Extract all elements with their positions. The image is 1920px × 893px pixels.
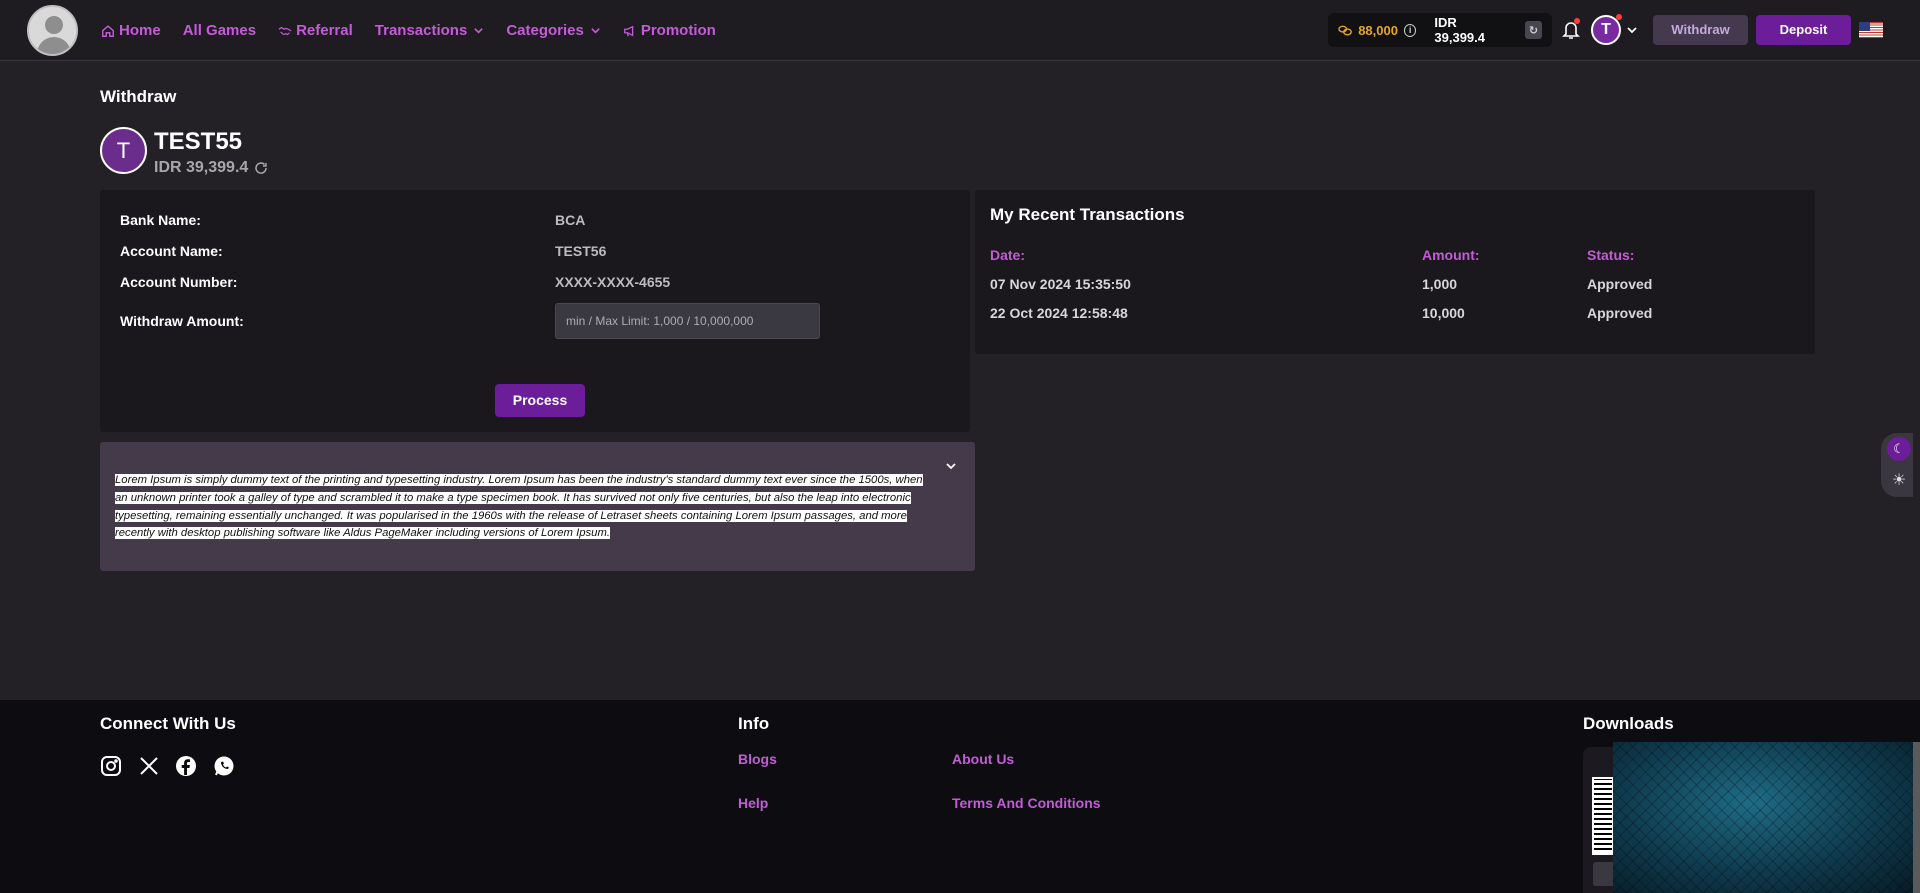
help-link[interactable]: Help xyxy=(738,795,768,811)
withdraw-button[interactable]: Withdraw xyxy=(1653,15,1748,45)
main-nav: Home All Games Referral Transactions Cat… xyxy=(101,0,738,61)
connect-title: Connect With Us xyxy=(100,714,236,733)
coins-icon xyxy=(1338,25,1352,35)
nav-all-games[interactable]: All Games xyxy=(183,22,256,39)
table-row-date: 22 Oct 2024 12:58:48 xyxy=(990,305,1128,321)
sun-icon[interactable]: ☀ xyxy=(1887,469,1911,493)
home-icon xyxy=(102,24,114,37)
facebook-icon[interactable] xyxy=(175,755,197,777)
table-row-amount: 10,000 xyxy=(1422,305,1465,321)
profile-balance-row: IDR 39,399.4 xyxy=(154,159,268,177)
blogs-link[interactable]: Blogs xyxy=(738,751,777,767)
bank-name-label: Bank Name: xyxy=(120,212,201,228)
account-number-label: Account Number: xyxy=(120,274,238,290)
nav-referral[interactable]: Referral xyxy=(278,22,353,39)
notice-text-block: Lorem Ipsum is simply dummy text of the … xyxy=(115,472,925,543)
account-name-label: Account Name: xyxy=(120,243,223,259)
deposit-button[interactable]: Deposit xyxy=(1756,15,1851,45)
terms-link[interactable]: Terms And Conditions xyxy=(952,795,1101,811)
video-thumbnail[interactable] xyxy=(1613,742,1920,893)
scrollbar[interactable] xyxy=(1913,742,1920,893)
refresh-icon[interactable] xyxy=(254,161,268,175)
withdraw-amount-label: Withdraw Amount: xyxy=(120,313,244,329)
nav-transactions[interactable]: Transactions xyxy=(375,22,485,39)
whatsapp-icon[interactable] xyxy=(213,755,235,777)
notification-dot xyxy=(1574,18,1580,24)
notice-panel: Lorem Ipsum is simply dummy text of the … xyxy=(100,442,975,571)
date-column-header: Date: xyxy=(990,247,1026,263)
nav-promotion[interactable]: Promotion xyxy=(623,22,716,39)
header-balance: IDR 39,399.4 xyxy=(1434,15,1485,45)
moon-icon[interactable]: ☾ xyxy=(1887,437,1911,461)
theme-toggle: ☾ ☀ xyxy=(1881,433,1913,497)
table-row-status: Approved xyxy=(1587,305,1653,321)
withdraw-amount-input[interactable] xyxy=(555,303,820,339)
process-button[interactable]: Process xyxy=(495,384,585,417)
top-header: Home All Games Referral Transactions Cat… xyxy=(0,0,1920,61)
account-number-value: XXXX-XXXX-4655 xyxy=(555,274,671,290)
nav-referral-label: Referral xyxy=(296,22,353,39)
info-title: Info xyxy=(738,714,770,733)
nav-categories-label: Categories xyxy=(506,22,584,39)
chevron-down-icon[interactable] xyxy=(945,460,957,472)
table-row-status: Approved xyxy=(1587,276,1653,292)
wallet-panel: 88,000 i IDR 39,399.4 ↻ xyxy=(1328,13,1552,47)
withdraw-form-card: Bank Name: BCA Account Name: TEST56 Acco… xyxy=(100,190,970,432)
nav-categories[interactable]: Categories xyxy=(506,22,601,39)
profile-balance: IDR 39,399.4 xyxy=(154,159,249,176)
megaphone-icon xyxy=(623,25,634,36)
chevron-down-icon xyxy=(474,28,484,34)
profile-name: TEST55 xyxy=(154,128,243,155)
downloads-title: Downloads xyxy=(1583,714,1674,733)
x-icon[interactable] xyxy=(138,755,160,777)
refresh-balance-button[interactable]: ↻ xyxy=(1524,21,1542,39)
nav-transactions-label: Transactions xyxy=(374,22,468,39)
profile-avatar: T xyxy=(100,127,147,174)
table-row-amount: 1,000 xyxy=(1422,276,1458,292)
notice-text: Lorem Ipsum is simply dummy text of the … xyxy=(115,474,923,540)
nav-home-label: Home xyxy=(119,22,161,39)
chevron-down-icon xyxy=(591,28,600,34)
nav-promotion-label: Promotion xyxy=(640,22,716,39)
table-row-date: 07 Nov 2024 15:35:50 xyxy=(990,276,1131,292)
amount-column-header: Amount: xyxy=(1422,247,1480,263)
status-column-header: Status: xyxy=(1587,247,1635,263)
coin-balance: 88,000 xyxy=(1358,22,1398,38)
instagram-icon[interactable] xyxy=(100,755,122,777)
recent-transactions-card: My Recent Transactions Date: Amount: Sta… xyxy=(975,190,1815,354)
us-flag-icon[interactable] xyxy=(1859,22,1883,38)
nav-home[interactable]: Home xyxy=(101,22,161,39)
recent-transactions-title: My Recent Transactions xyxy=(990,205,1185,224)
account-name-value: TEST56 xyxy=(555,243,607,259)
site-avatar-icon[interactable] xyxy=(27,5,78,56)
handshake-icon xyxy=(278,26,292,35)
nav-all-games-label: All Games xyxy=(182,22,257,39)
chevron-down-icon[interactable] xyxy=(1626,24,1638,36)
page-title: Withdraw xyxy=(100,87,177,106)
qr-code xyxy=(1592,777,1614,855)
user-status-dot xyxy=(1616,14,1622,20)
info-icon[interactable]: i xyxy=(1403,23,1417,37)
bank-name-value: BCA xyxy=(555,212,586,228)
about-us-link[interactable]: About Us xyxy=(952,751,1014,767)
